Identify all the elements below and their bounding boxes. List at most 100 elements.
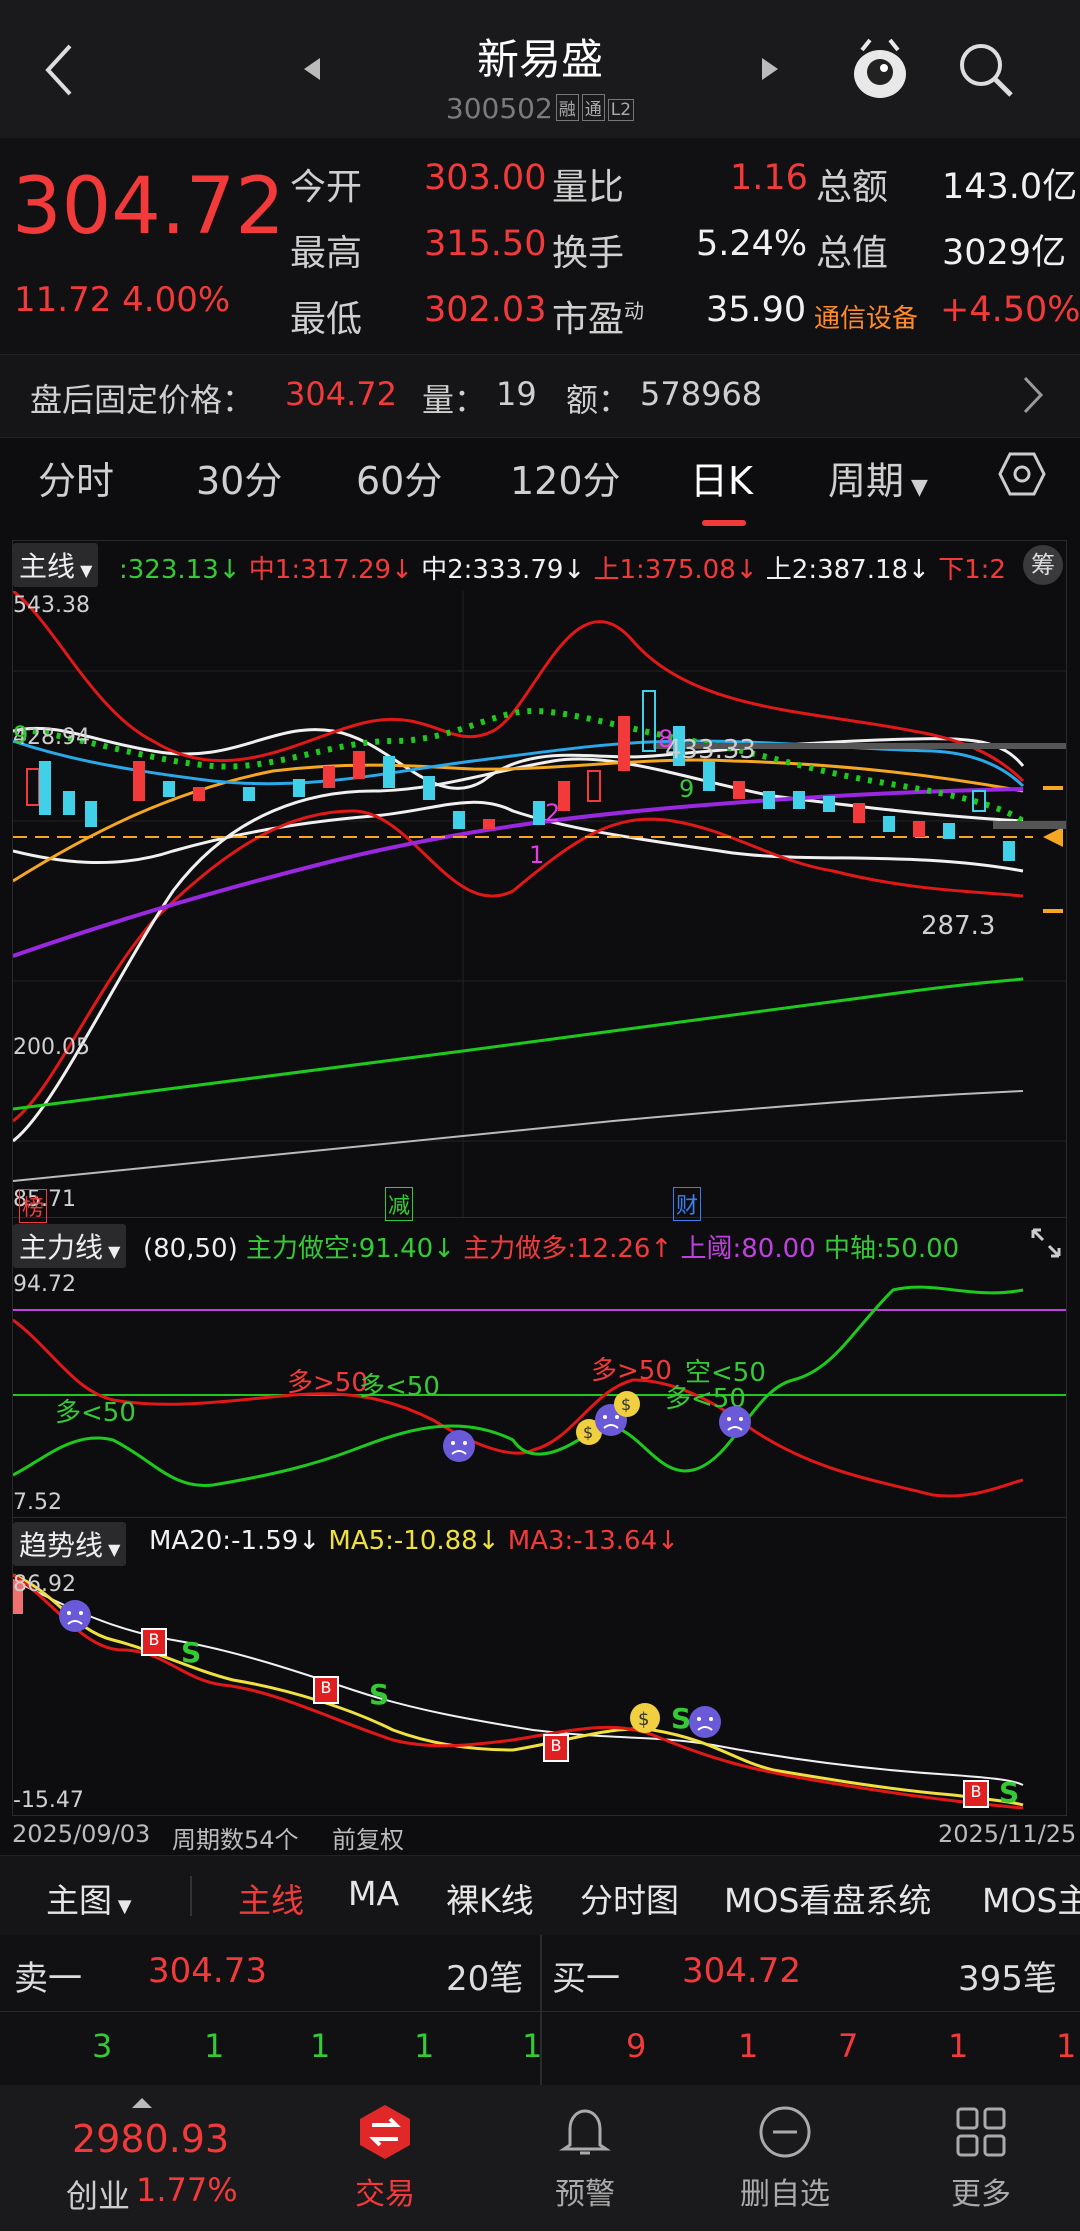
- settings-hex-icon[interactable]: [998, 450, 1046, 502]
- power-panel[interactable]: 主力线 ▼ (80,50) 主力做空:91.40↓ 主力做多:12.26↑ 上阈…: [12, 1218, 1067, 1518]
- bid1-price: 304.72: [682, 1951, 801, 1991]
- after-hours-bar[interactable]: 盘后固定价格： 304.72 量： 19 额： 578968: [0, 354, 1080, 438]
- power-values: (80,50) 主力做空:91.40↓ 主力做多:12.26↑ 上阈:80.00…: [143, 1228, 959, 1265]
- pe-label: 市盈动: [552, 299, 645, 340]
- sector-link[interactable]: 通信设备: [814, 298, 918, 335]
- power-upper: 上阈:80.00: [680, 1234, 816, 1264]
- change-value: 11.72: [14, 280, 112, 320]
- svg-text:$: $: [638, 1709, 649, 1730]
- open-label: 今开: [290, 167, 363, 208]
- power-params: (80,50): [143, 1234, 238, 1264]
- nav-trade[interactable]: 交易: [310, 2103, 460, 2213]
- minus-circle-icon: [759, 2106, 811, 2158]
- index-ticker[interactable]: 2980.93 创业 1.77%: [0, 2085, 290, 2231]
- trend-indicator-selector[interactable]: 趋势线 ▼: [13, 1522, 127, 1566]
- adjustment-mode[interactable]: 前复权: [332, 1820, 404, 1855]
- sell-marker-icon: S: [181, 1636, 202, 1669]
- tab-30min[interactable]: 30分: [196, 450, 282, 505]
- next-stock-icon[interactable]: [760, 56, 782, 86]
- bid-qty: 7: [838, 2027, 859, 2065]
- after-hours-vol-label: 量：: [422, 381, 487, 419]
- subtab-mos-main[interactable]: MOS主: [982, 1874, 1080, 1922]
- svg-text:$: $: [621, 1395, 631, 1414]
- power-indicator-selector[interactable]: 主力线 ▼: [13, 1224, 127, 1268]
- trend-ma5: MA5:-10.88↓: [328, 1526, 500, 1556]
- seq-num-a: 9: [13, 721, 29, 749]
- trend-ma3: MA3:-13.64↓: [507, 1526, 679, 1556]
- high-price-label: 433.33: [665, 735, 756, 765]
- grid-icon: [956, 2107, 1006, 2157]
- tag-connect: 通: [581, 94, 605, 121]
- ask-qty: 3: [92, 2027, 113, 2065]
- chips-button[interactable]: 筹: [1023, 545, 1063, 585]
- buy-marker-icon: B: [313, 1676, 339, 1704]
- trend-ma20: MA20:-1.59↓: [149, 1526, 321, 1556]
- power-ann-1: 多>50: [287, 1368, 368, 1398]
- trend-panel[interactable]: 趋势线 ▼ MA20:-1.59↓ MA5:-10.88↓ MA3:-13.64…: [12, 1518, 1067, 1816]
- money-bag-icon: $: [611, 1386, 643, 1422]
- tag-margin: 融: [555, 94, 579, 121]
- bid-qty: 1: [1056, 2027, 1077, 2065]
- index-value: 2980.93: [72, 2117, 230, 2161]
- subtab-mainline[interactable]: 主线: [238, 1874, 304, 1922]
- tab-60min[interactable]: 60分: [356, 450, 442, 505]
- sell-marker-icon: S: [369, 1678, 390, 1711]
- seq-num-c: 9: [679, 775, 695, 803]
- trend-axis-top: 86.92: [13, 1572, 76, 1597]
- high-label: 最高: [290, 233, 363, 274]
- vol-ratio-value: 1.16: [730, 158, 808, 198]
- trend-values: MA20:-1.59↓ MA5:-10.88↓ MA3:-13.64↓: [149, 1526, 679, 1556]
- tab-120min[interactable]: 120分: [510, 450, 621, 505]
- subtab-bare-k[interactable]: 裸K线: [446, 1874, 534, 1922]
- nav-remove-watch[interactable]: 删自选: [710, 2103, 860, 2213]
- quote-panel: 304.72 11.72 4.00% 今开 303.00 量比 1.16 总额 …: [0, 138, 1080, 354]
- ask1-count: 20笔: [446, 1959, 524, 1999]
- tab-period[interactable]: 周期 ▼: [828, 450, 928, 505]
- nav-trade-label: 交易: [355, 2177, 415, 2212]
- main-indicator-values: :323.13↓ 中1:317.29↓ 中2:333.79↓ 上1:375.08…: [119, 549, 1006, 586]
- marker-reduce[interactable]: 减: [385, 1187, 414, 1221]
- buy-marker-icon: B: [141, 1628, 167, 1656]
- chevron-right-icon: [1022, 375, 1044, 419]
- open-value: 303.00: [424, 158, 547, 198]
- tab-intraday[interactable]: 分时: [38, 450, 114, 505]
- subtab-intraday-chart[interactable]: 分时图: [580, 1874, 679, 1922]
- turnover-value: 5.24%: [696, 224, 808, 264]
- after-hours-amt-label: 额：: [566, 381, 631, 419]
- ind-val-0: :323.13↓: [119, 555, 241, 585]
- nav-remove-watch-label: 删自选: [740, 2177, 830, 2212]
- bid-qty: 1: [738, 2027, 759, 2065]
- sad-face-icon: [57, 1598, 93, 1638]
- power-ann-2: 多<50: [359, 1372, 440, 1402]
- search-icon[interactable]: [956, 40, 1016, 104]
- change-percent: 4.00%: [122, 280, 231, 320]
- power-short: 主力做空:91.40↓: [246, 1234, 455, 1264]
- ask-qty: 1: [310, 2027, 331, 2065]
- subtab-mos-system[interactable]: MOS看盘系统: [724, 1874, 931, 1922]
- last-price: 304.72: [12, 162, 285, 252]
- tag-l2: L2: [607, 99, 635, 121]
- period-count: 周期数54个: [172, 1826, 299, 1854]
- low-price-label: 287.3: [921, 911, 996, 941]
- bid1-label: 买一: [552, 1959, 620, 1999]
- mascot-icon[interactable]: [848, 36, 912, 106]
- seq-num-e: 1: [529, 841, 545, 869]
- nav-more[interactable]: 更多: [906, 2103, 1056, 2213]
- main-chart-dropdown[interactable]: 主图 ▼: [46, 1874, 132, 1922]
- trend-chart-svg: [13, 1573, 1024, 1810]
- date-start: 2025/09/03: [12, 1820, 151, 1848]
- expand-icon[interactable]: [1029, 1226, 1063, 1260]
- power-axis-top: 94.72: [13, 1272, 76, 1297]
- amount-value: 143.0亿: [942, 167, 1078, 207]
- marker-finance[interactable]: 财: [673, 1187, 702, 1221]
- tab-daily-k[interactable]: 日K: [690, 450, 753, 505]
- main-indicator-selector[interactable]: 主线 ▼: [13, 543, 99, 587]
- kline-panel[interactable]: 主线 ▼ :323.13↓ 中1:317.29↓ 中2:333.79↓ 上1:3…: [12, 540, 1067, 1223]
- nav-alert[interactable]: 预警: [510, 2103, 660, 2213]
- ind-val-5: 下1:2: [938, 555, 1006, 585]
- after-hours-vol: 19: [496, 375, 537, 413]
- svg-text:$: $: [583, 1423, 593, 1442]
- active-tab-indicator: [702, 520, 746, 526]
- high-value: 315.50: [424, 224, 547, 264]
- subtab-ma[interactable]: MA: [348, 1874, 399, 1913]
